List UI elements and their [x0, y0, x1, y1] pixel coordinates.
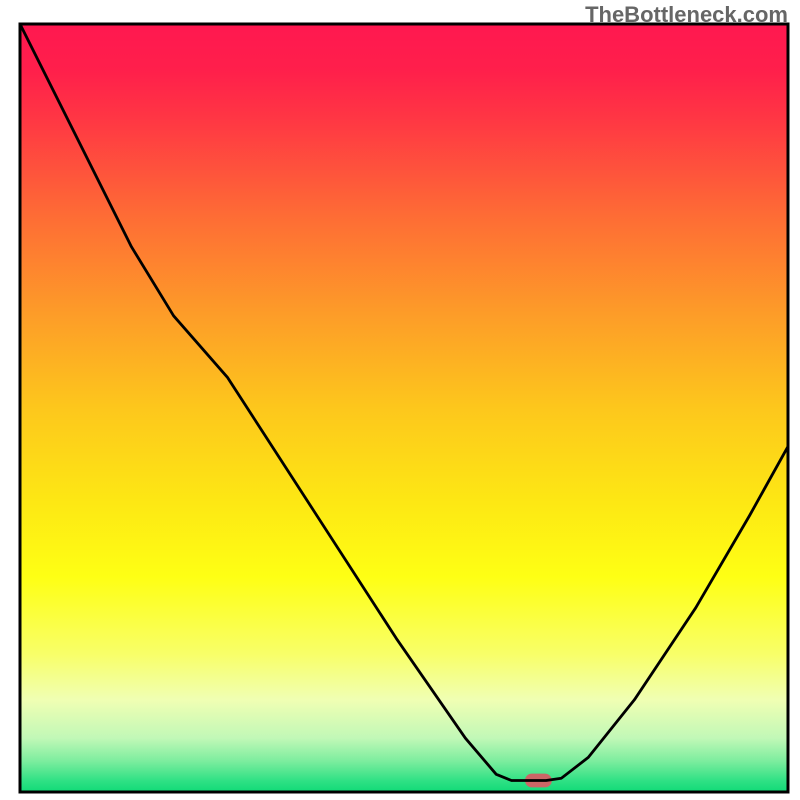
watermark-text: TheBottleneck.com	[585, 2, 788, 28]
bottleneck-chart	[0, 0, 800, 800]
chart-background	[20, 24, 788, 792]
chart-container: TheBottleneck.com	[0, 0, 800, 800]
